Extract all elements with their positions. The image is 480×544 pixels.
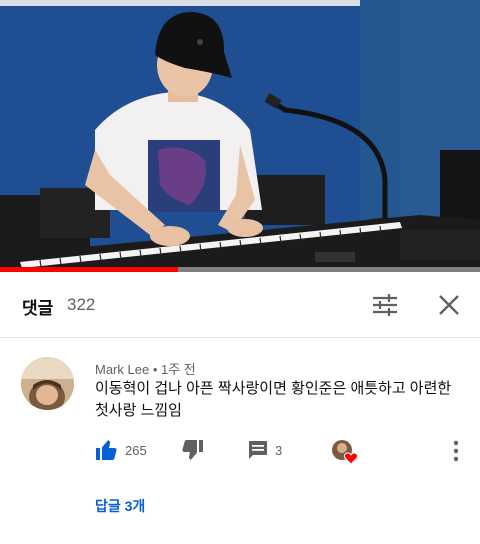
avatar-image (21, 357, 74, 410)
thumb-up-icon (96, 440, 117, 460)
comments-count: 322 (67, 295, 96, 314)
sort-sliders-icon (373, 294, 397, 316)
comments-title: 댓글 (22, 299, 54, 318)
close-comments-button[interactable] (434, 290, 464, 320)
view-replies-link[interactable]: 답글 3개 (95, 496, 145, 516)
creator-heart (330, 438, 360, 465)
video-player[interactable] (0, 0, 480, 272)
comment-text-line: 첫사랑 느낌임 (95, 402, 182, 419)
comment-text-line: 이동혁이 겁나 아픈 짝사랑이면 황인준은 애틋하고 아련한 (95, 380, 452, 397)
avatar[interactable] (21, 357, 74, 410)
comment-actions: 265 3 (0, 434, 480, 468)
like-count: 265 (125, 443, 147, 458)
dislike-button[interactable] (180, 438, 204, 464)
creator-heart-icon (332, 440, 359, 465)
like-button[interactable] (95, 438, 119, 464)
comment-icon (249, 441, 267, 459)
comment-time: 1주 전 (160, 362, 196, 377)
sort-comments-button[interactable] (370, 290, 400, 320)
meta-separator: • (149, 362, 161, 377)
reply-button[interactable] (246, 438, 270, 464)
more-vert-icon (453, 440, 459, 462)
close-icon (439, 295, 459, 315)
more-options-button[interactable] (448, 438, 464, 464)
video-frame (0, 0, 480, 272)
thumb-down-icon (182, 440, 203, 460)
reply-count: 3 (275, 443, 283, 458)
comment-text: 이동혁이 겁나 아픈 짝사랑이면 황인준은 애틋하고 아련한 첫사랑 느낌임 (95, 378, 455, 422)
comments-header: 댓글 322 (0, 272, 480, 338)
comment-meta: Mark Lee • 1주 전 (95, 359, 196, 378)
comment-author[interactable]: Mark Lee (95, 362, 149, 377)
